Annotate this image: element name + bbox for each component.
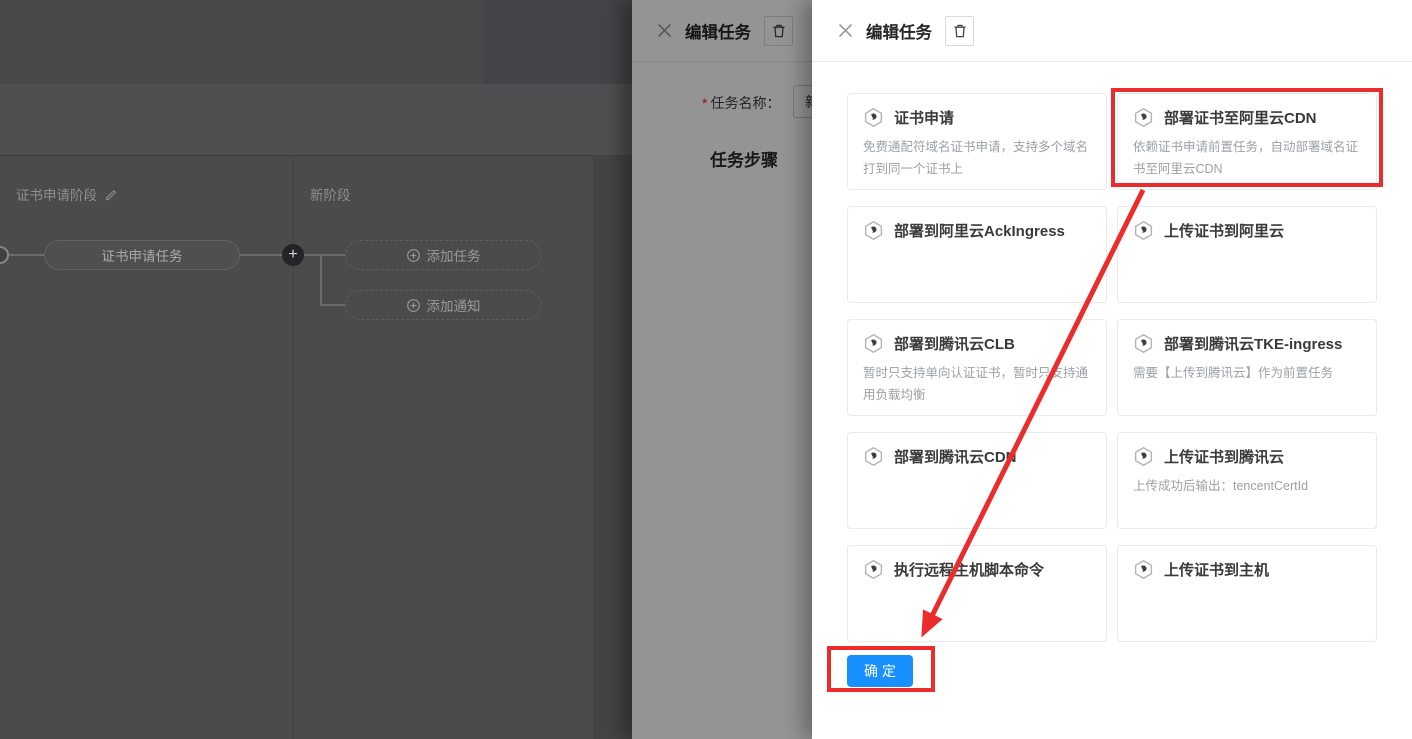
card-desc: 免费通配符域名证书申请，支持多个域名打到同一个证书上 bbox=[863, 137, 1091, 181]
close-icon[interactable] bbox=[838, 23, 853, 38]
edit-task-drawer: 编辑任务 证书申请 免费通配符域名证书申请，支持多个域名打到同一个证书上 bbox=[812, 0, 1412, 739]
trash-icon bbox=[771, 23, 787, 39]
connector-line bbox=[304, 254, 345, 256]
card-title: 部署证书至阿里云CDN bbox=[1164, 107, 1317, 128]
connector-line bbox=[240, 254, 282, 256]
card-desc: 依赖证书申请前置任务，自动部署域名证书至阿里云CDN bbox=[1133, 137, 1361, 181]
close-icon[interactable] bbox=[657, 23, 672, 38]
toolbar-band bbox=[0, 84, 632, 155]
card-title: 执行远程主机脚本命令 bbox=[894, 559, 1044, 580]
card-title: 证书申请 bbox=[894, 107, 954, 128]
task-name-input[interactable] bbox=[793, 85, 812, 118]
task-type-card-cert-request[interactable]: 证书申请 免费通配符域名证书申请，支持多个域名打到同一个证书上 bbox=[847, 93, 1107, 190]
stage2-title: 新阶段 bbox=[310, 184, 351, 204]
card-head: 上传证书到主机 bbox=[1133, 559, 1361, 580]
edit-task-drawer-back: 编辑任务 *任务名称： 任务步骤 bbox=[632, 0, 812, 739]
drawer-title: 编辑任务 bbox=[866, 19, 932, 43]
plugin-hexagon-icon bbox=[1133, 107, 1154, 128]
stage1-title: 证书申请阶段 bbox=[16, 184, 118, 204]
card-title: 上传证书到腾讯云 bbox=[1164, 446, 1284, 467]
add-notification-label: 添加通知 bbox=[427, 295, 481, 315]
plugin-hexagon-icon bbox=[863, 559, 884, 580]
task-type-card-deploy-tencent-tke[interactable]: 部署到腾讯云TKE-ingress 需要【上传到腾讯云】作为前置任务 bbox=[1117, 319, 1377, 416]
card-desc: 上传成功后输出：tencentCertId bbox=[1133, 476, 1361, 498]
task-type-card-upload-tencent[interactable]: 上传证书到腾讯云 上传成功后输出：tencentCertId bbox=[1117, 432, 1377, 529]
task-type-card-deploy-tencent-cdn[interactable]: 部署到腾讯云CDN bbox=[847, 432, 1107, 529]
edit-pencil-icon[interactable] bbox=[103, 187, 118, 202]
card-head: 部署到腾讯云CDN bbox=[863, 446, 1091, 467]
plugin-hexagon-icon bbox=[863, 220, 884, 241]
trash-icon bbox=[952, 23, 968, 39]
drawer-back-header: 编辑任务 bbox=[632, 0, 812, 62]
task-type-card-deploy-aliyun-cdn[interactable]: 部署证书至阿里云CDN 依赖证书申请前置任务，自动部署域名证书至阿里云CDN bbox=[1117, 93, 1377, 190]
plugin-hexagon-icon bbox=[863, 446, 884, 467]
card-head: 部署到腾讯云TKE-ingress bbox=[1133, 333, 1361, 354]
stage-divider bbox=[293, 155, 294, 739]
drawer-body: 证书申请 免费通配符域名证书申请，支持多个域名打到同一个证书上 部署证书至阿里云… bbox=[812, 62, 1412, 687]
plugin-hexagon-icon bbox=[1133, 220, 1154, 241]
card-title: 上传证书到主机 bbox=[1164, 559, 1269, 580]
add-stage-button[interactable]: + bbox=[282, 244, 304, 266]
card-head: 上传证书到阿里云 bbox=[1133, 220, 1361, 241]
drawer-header: 编辑任务 bbox=[812, 0, 1412, 62]
confirm-button[interactable]: 确 定 bbox=[847, 655, 913, 687]
workflow-background: 证书申请阶段 新阶段 证书申请任务 + 添加任务 添加通知 bbox=[0, 0, 632, 739]
task-type-card-upload-host[interactable]: 上传证书到主机 bbox=[1117, 545, 1377, 642]
card-title: 部署到腾讯云TKE-ingress bbox=[1164, 333, 1342, 354]
connector-line bbox=[320, 304, 345, 306]
add-task-pill[interactable]: 添加任务 bbox=[345, 240, 541, 270]
task-type-card-remote-script[interactable]: 执行远程主机脚本命令 bbox=[847, 545, 1107, 642]
task-type-card-upload-aliyun[interactable]: 上传证书到阿里云 bbox=[1117, 206, 1377, 303]
plugin-hexagon-icon bbox=[1133, 333, 1154, 354]
required-mark: * bbox=[702, 95, 707, 111]
connector-line bbox=[320, 254, 322, 306]
task-name-label: *任务名称： bbox=[702, 93, 780, 113]
card-desc: 暂时只支持单向认证证书，暂时只支持通用负载均衡 bbox=[863, 363, 1091, 407]
task-type-card-deploy-tencent-clb[interactable]: 部署到腾讯云CLB 暂时只支持单向认证证书，暂时只支持通用负载均衡 bbox=[847, 319, 1107, 416]
drawer-back-title: 编辑任务 bbox=[685, 19, 751, 43]
stage2-title-text: 新阶段 bbox=[310, 184, 351, 204]
drawer-footer: 确 定 bbox=[847, 655, 1377, 687]
delete-task-button[interactable] bbox=[945, 16, 974, 46]
cert-task-label: 证书申请任务 bbox=[102, 245, 183, 265]
cert-request-task-pill[interactable]: 证书申请任务 bbox=[44, 240, 240, 270]
task-type-card-deploy-ack-ingress[interactable]: 部署到阿里云AckIngress bbox=[847, 206, 1107, 303]
app-screen: 证书申请阶段 新阶段 证书申请任务 + 添加任务 添加通知 bbox=[0, 0, 1412, 739]
card-title: 部署到腾讯云CLB bbox=[894, 333, 1015, 354]
canvas-edge-shade bbox=[594, 155, 632, 739]
task-type-grid: 证书申请 免费通配符域名证书申请，支持多个域名打到同一个证书上 部署证书至阿里云… bbox=[847, 93, 1377, 642]
top-navbar-right bbox=[484, 0, 632, 84]
card-title: 部署到阿里云AckIngress bbox=[894, 220, 1065, 241]
plugin-hexagon-icon bbox=[1133, 559, 1154, 580]
plugin-hexagon-icon bbox=[1133, 446, 1154, 467]
add-task-label: 添加任务 bbox=[427, 245, 481, 265]
circle-plus-icon bbox=[406, 248, 421, 263]
card-head: 部署到腾讯云CLB bbox=[863, 333, 1091, 354]
plus-icon: + bbox=[288, 246, 297, 263]
card-head: 证书申请 bbox=[863, 107, 1091, 128]
card-desc: 需要【上传到腾讯云】作为前置任务 bbox=[1133, 363, 1361, 385]
card-head: 执行远程主机脚本命令 bbox=[863, 559, 1091, 580]
delete-task-button[interactable] bbox=[764, 16, 793, 46]
circle-plus-icon bbox=[406, 298, 421, 313]
stage1-title-text: 证书申请阶段 bbox=[16, 184, 97, 204]
plugin-hexagon-icon bbox=[863, 107, 884, 128]
add-notification-pill[interactable]: 添加通知 bbox=[345, 290, 541, 320]
card-title: 部署到腾讯云CDN bbox=[894, 446, 1017, 467]
task-steps-heading: 任务步骤 bbox=[710, 146, 778, 171]
card-head: 部署到阿里云AckIngress bbox=[863, 220, 1091, 241]
plugin-hexagon-icon bbox=[863, 333, 884, 354]
task-name-label-text: 任务名称： bbox=[710, 95, 780, 111]
card-head: 上传证书到腾讯云 bbox=[1133, 446, 1361, 467]
card-title: 上传证书到阿里云 bbox=[1164, 220, 1284, 241]
card-head: 部署证书至阿里云CDN bbox=[1133, 107, 1361, 128]
